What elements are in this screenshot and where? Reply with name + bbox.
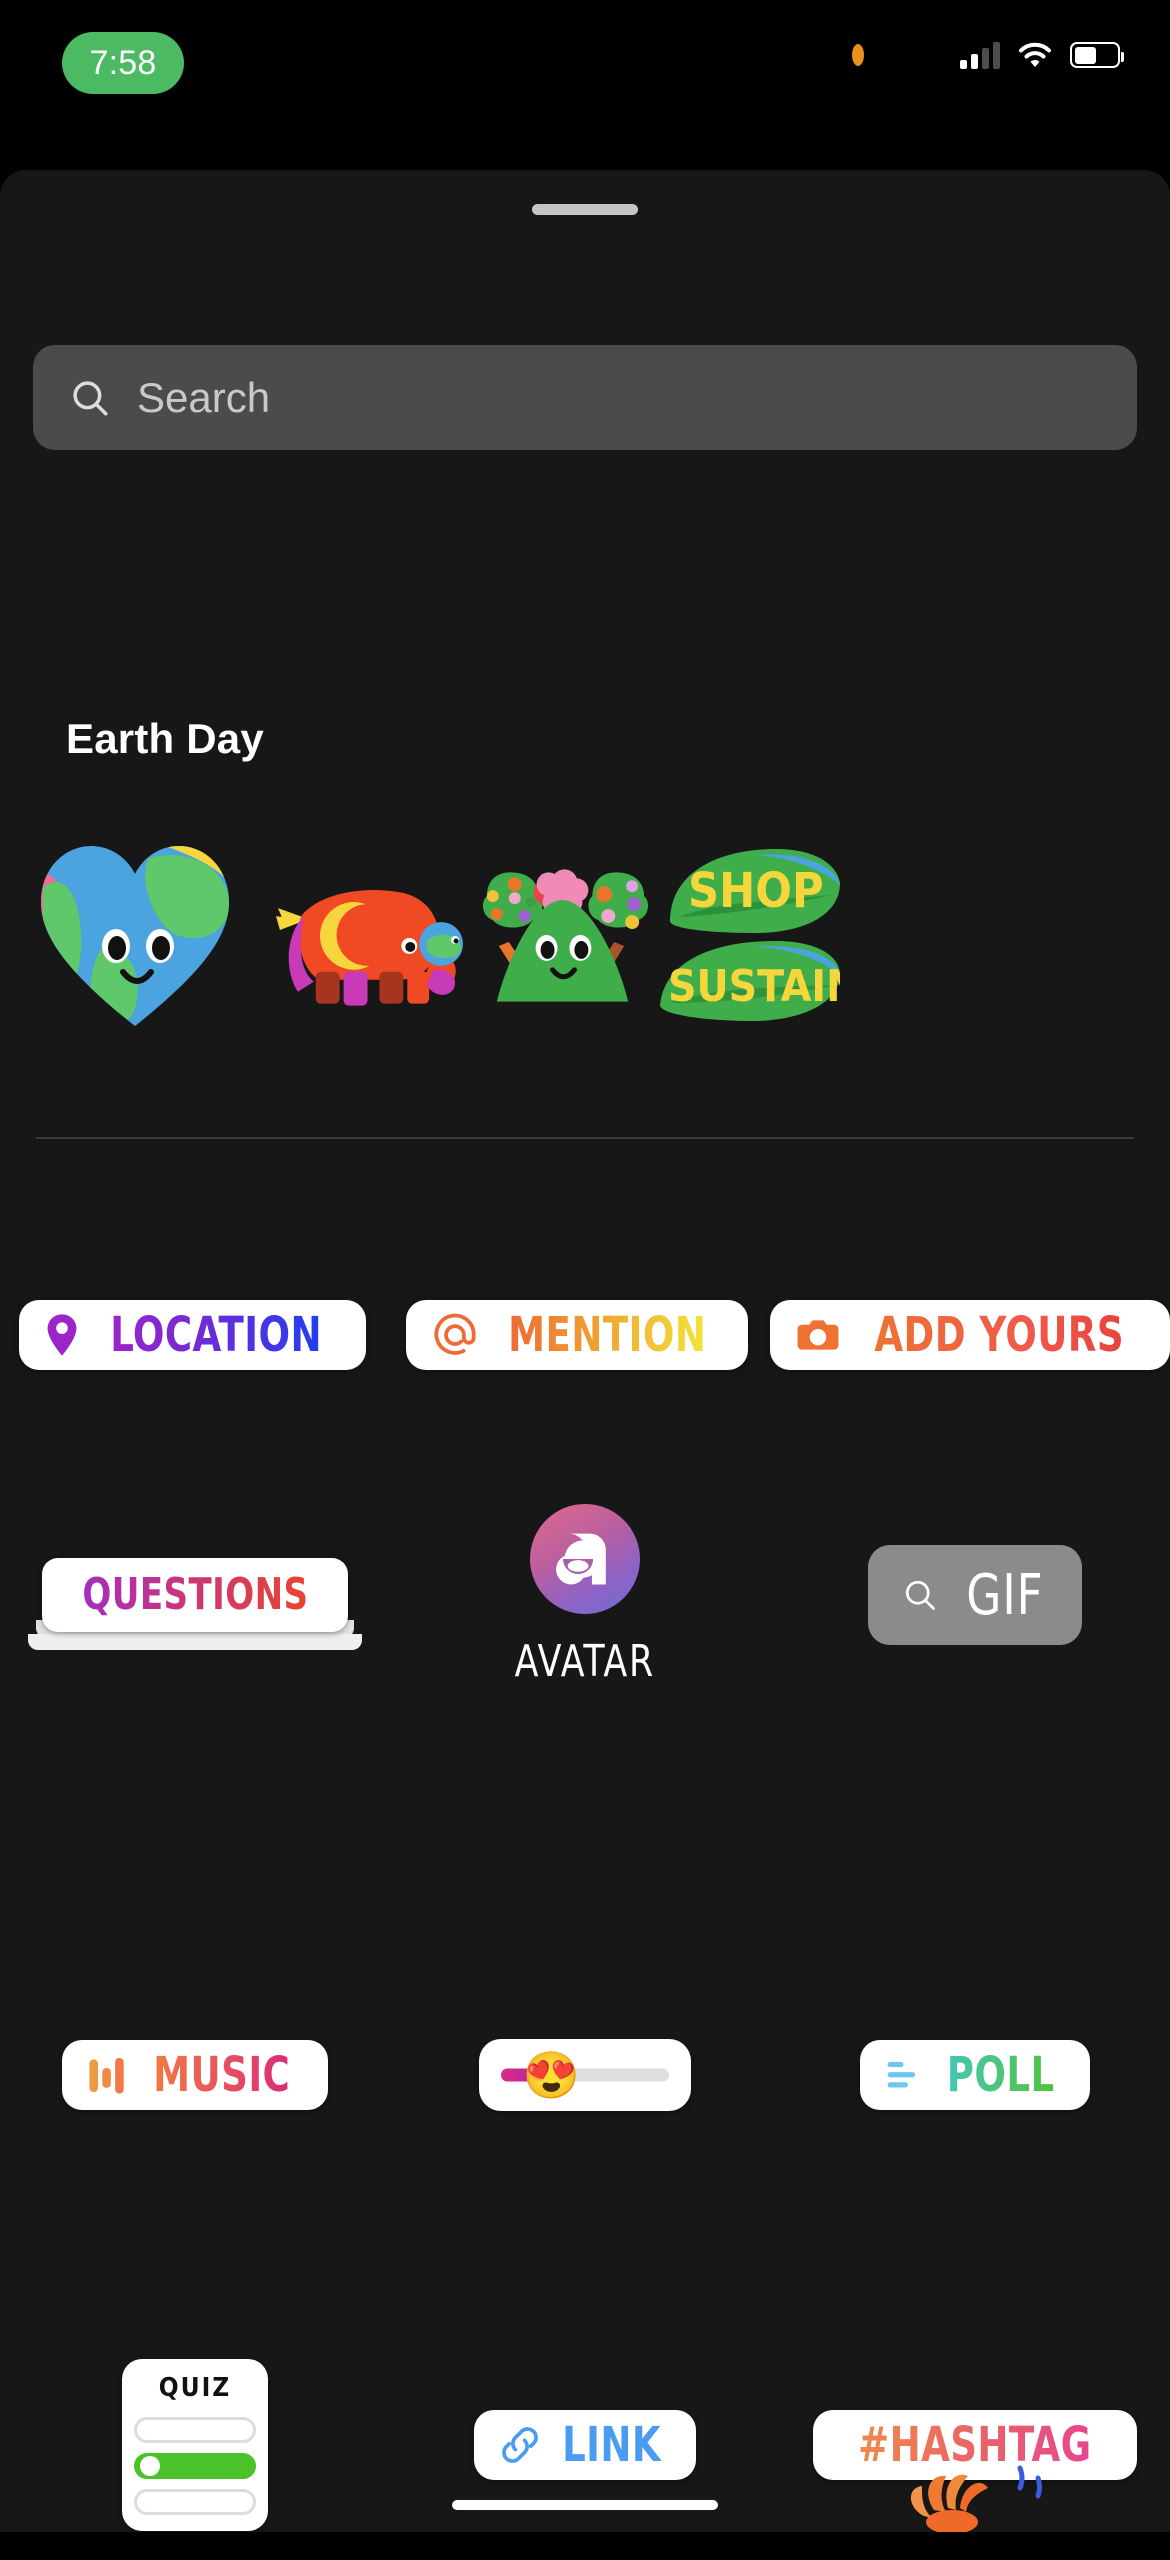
sticker-emoji-slider[interactable]: 😍	[479, 2039, 691, 2111]
time-pill-recording-indicator[interactable]: 7:58	[62, 32, 184, 94]
at-sign-icon	[434, 1313, 476, 1355]
sticker-add-yours[interactable]: ADD YOURS	[769, 1300, 1170, 1370]
cell-link: LINK	[390, 2410, 780, 2480]
sticker-earth-heart[interactable]	[0, 790, 270, 1080]
sticker-add-yours-label: ADD YOURS	[873, 1307, 1124, 1363]
sticker-partial-flower[interactable]	[880, 2460, 1080, 2532]
poll-bars-icon	[887, 2061, 916, 2088]
quiz-option-2-correct[interactable]	[134, 2453, 256, 2479]
sticker-music[interactable]: MUSIC	[62, 2040, 328, 2110]
svg-text:SHOP: SHOP	[688, 863, 824, 919]
questions-card-layer-3	[27, 1634, 363, 1650]
cell-music: MUSIC	[0, 2040, 390, 2110]
earth-day-sticker-row[interactable]: SHOP SUSTAINA	[0, 790, 1170, 1080]
cell-quiz: QUIZ	[0, 2359, 390, 2531]
slider-emoji-thumb[interactable]: 😍	[523, 2052, 580, 2098]
sticker-elephant[interactable]	[270, 790, 465, 1080]
sheet-drag-handle[interactable]	[532, 204, 638, 215]
cell-emoji-slider: 😍	[390, 2039, 780, 2111]
cellular-signal-icon	[960, 41, 1000, 69]
status-right-icons	[960, 30, 1124, 80]
cell-mention: MENTION	[385, 1300, 770, 1370]
avatar-glyph-icon	[556, 1533, 606, 1584]
sticker-quiz[interactable]: QUIZ	[122, 2359, 268, 2531]
search-placeholder: Search	[137, 373, 271, 421]
status-time: 7:58	[89, 43, 157, 82]
sticker-avatar-label: AVATAR	[514, 1635, 656, 1687]
sticker-avatar[interactable]	[530, 1503, 640, 1614]
search-icon	[905, 1580, 935, 1610]
chain-link-icon	[502, 2427, 539, 2463]
sticker-tray-sheet: Search Earth Day SHOP SUSTAI LOCATION ME…	[0, 170, 1170, 2532]
svg-text:SUSTAINA: SUSTAINA	[668, 961, 840, 1012]
camera-icon	[797, 1320, 839, 1350]
microphone-privacy-dot-icon	[852, 44, 864, 66]
cell-gif: GIF	[780, 1545, 1170, 1645]
equalizer-icon	[89, 2057, 125, 2094]
sticker-location-label: LOCATION	[110, 1307, 323, 1363]
sticker-music-label: MUSIC	[153, 2047, 291, 2103]
sticker-poll-label: POLL	[947, 2047, 1055, 2103]
cell-questions: QUESTIONS	[0, 1558, 390, 1650]
sticker-quiz-label: QUIZ	[158, 2373, 232, 2403]
search-input[interactable]: Search	[33, 345, 1137, 450]
sticker-gif-label: GIF	[966, 1562, 1044, 1628]
quiz-option-1[interactable]	[134, 2417, 256, 2443]
sticker-gif[interactable]: GIF	[868, 1545, 1082, 1645]
sticker-row-1: LOCATION MENTION ADD YOURS	[0, 1275, 1170, 1395]
location-pin-icon	[47, 1314, 77, 1356]
home-indicator	[452, 2500, 718, 2510]
sticker-questions[interactable]: QUESTIONS	[27, 1558, 363, 1650]
wifi-icon	[1018, 42, 1052, 68]
check-icon	[144, 2459, 156, 2472]
sticker-poll[interactable]: POLL	[860, 2040, 1090, 2110]
sticker-green-hill-trees[interactable]	[465, 790, 660, 1080]
section-divider	[36, 1137, 1134, 1139]
cell-location: LOCATION	[0, 1300, 385, 1370]
cell-add-yours: ADD YOURS	[769, 1300, 1170, 1370]
status-bar: 7:58	[0, 0, 1170, 170]
sticker-row-3: MUSIC 😍 POLL	[0, 2010, 1170, 2140]
search-icon	[73, 380, 108, 415]
sticker-location[interactable]: LOCATION	[19, 1300, 366, 1370]
battery-icon	[1070, 42, 1124, 68]
cell-poll: POLL	[780, 2040, 1170, 2110]
cell-avatar[interactable]: AVATAR	[390, 1503, 780, 1687]
sticker-link-label: LINK	[562, 2417, 662, 2473]
sticker-row-2: QUESTIONS AVATAR GIF	[0, 1485, 1170, 1705]
sticker-shop-sustainably[interactable]: SHOP SUSTAINA	[660, 790, 840, 1080]
section-title-earth-day: Earth Day	[66, 715, 264, 762]
sticker-mention-label: MENTION	[508, 1307, 707, 1363]
sticker-link[interactable]: LINK	[474, 2410, 696, 2480]
sticker-questions-label: QUESTIONS	[81, 1569, 309, 1620]
quiz-option-3[interactable]	[134, 2489, 256, 2515]
sticker-mention[interactable]: MENTION	[405, 1300, 749, 1370]
